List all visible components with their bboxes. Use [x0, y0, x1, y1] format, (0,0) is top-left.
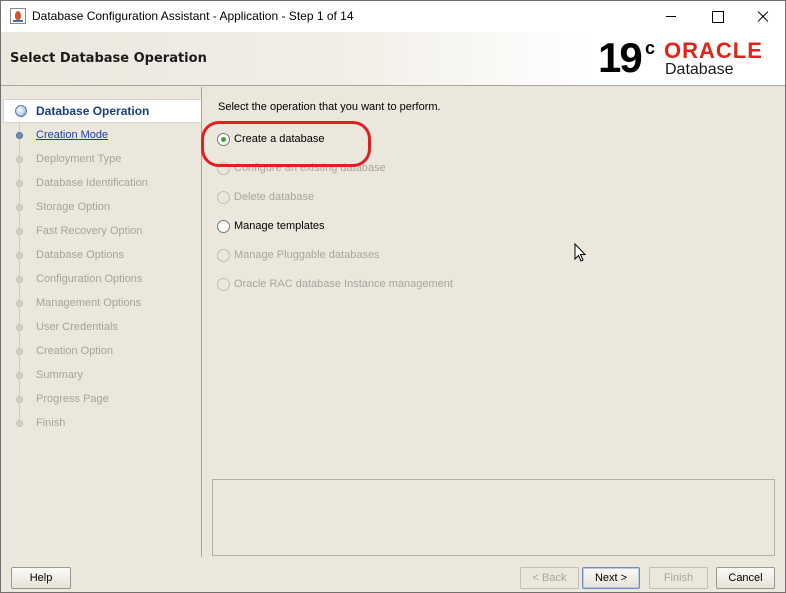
step-dot-icon — [16, 300, 23, 307]
step-dot-icon — [16, 156, 23, 163]
step-dot-icon — [16, 132, 23, 139]
oracle-product-name: Database — [665, 61, 734, 78]
step-management-options: Management Options — [1, 292, 201, 316]
option-label: Oracle RAC database Instance management — [234, 278, 453, 290]
step-dot-icon — [16, 372, 23, 379]
cancel-button[interactable]: Cancel — [716, 567, 775, 589]
step-dot-icon — [16, 276, 23, 283]
step-storage-option: Storage Option — [1, 196, 201, 220]
option-label: Manage Pluggable databases — [234, 249, 380, 261]
step-deployment-type: Deployment Type — [1, 148, 201, 172]
java-app-icon — [10, 8, 26, 24]
step-summary: Summary — [1, 364, 201, 388]
step-database-options: Database Options — [1, 244, 201, 268]
step-label: Storage Option — [36, 201, 110, 213]
step-creation-option: Creation Option — [1, 340, 201, 364]
step-dot-icon — [16, 396, 23, 403]
next-button[interactable]: Next > — [582, 567, 640, 589]
step-navigation: Database Operation Creation Mode Deploym… — [1, 87, 202, 557]
step-dot-icon — [16, 420, 23, 427]
step-configuration-options: Configuration Options — [1, 268, 201, 292]
option-manage-templates[interactable]: Manage templates — [217, 218, 517, 236]
page-title: Select Database Operation — [10, 51, 207, 66]
instruction-text: Select the operation that you want to pe… — [218, 101, 441, 113]
title-bar: Database Configuration Assistant - Appli… — [1, 1, 785, 32]
step-label: Summary — [36, 369, 84, 381]
window-title: Database Configuration Assistant - Appli… — [32, 9, 354, 23]
option-delete-database: Delete database — [217, 189, 517, 207]
step-label: Creation Mode — [36, 129, 109, 141]
message-area — [212, 479, 775, 556]
highlight-annotation — [201, 121, 371, 167]
step-label: Management Options — [36, 297, 142, 309]
maximize-icon[interactable] — [694, 1, 740, 32]
step-dot-icon — [16, 204, 23, 211]
step-label: Fast Recovery Option — [36, 225, 143, 237]
step-finish: Finish — [1, 412, 201, 436]
step-dot-icon — [16, 228, 23, 235]
step-label: Database Identification — [36, 177, 148, 189]
step-current-icon — [15, 105, 27, 117]
help-button[interactable]: Help — [11, 567, 71, 589]
step-user-credentials: User Credentials — [1, 316, 201, 340]
option-manage-pluggable: Manage Pluggable databases — [217, 247, 517, 265]
back-button: < Back — [520, 567, 579, 589]
step-database-operation[interactable]: Database Operation — [3, 99, 201, 123]
step-label: Deployment Type — [36, 153, 122, 165]
finish-button: Finish — [649, 567, 708, 589]
radio-icon — [217, 249, 230, 262]
option-label: Manage templates — [234, 220, 325, 232]
mouse-cursor-icon — [574, 243, 587, 262]
step-label: Configuration Options — [36, 273, 143, 285]
minimize-icon[interactable] — [648, 1, 694, 32]
step-creation-mode[interactable]: Creation Mode — [1, 124, 201, 148]
step-dot-icon — [16, 252, 23, 259]
step-label: Finish — [36, 417, 66, 429]
close-icon[interactable] — [740, 1, 786, 32]
oracle-brand-logo: ORACLE — [664, 38, 763, 63]
option-rac-instance-management: Oracle RAC database Instance management — [217, 276, 517, 294]
step-database-identification: Database Identification — [1, 172, 201, 196]
step-label: Database Operation — [36, 104, 150, 118]
oracle-version-suffix: c — [645, 38, 656, 58]
step-label: Creation Option — [36, 345, 114, 357]
step-dot-icon — [16, 180, 23, 187]
option-label: Delete database — [234, 191, 315, 203]
radio-icon[interactable] — [217, 220, 230, 233]
step-dot-icon — [16, 348, 23, 355]
radio-icon — [217, 278, 230, 291]
oracle-version-logo: 19 — [598, 34, 643, 81]
step-fast-recovery-option: Fast Recovery Option — [1, 220, 201, 244]
radio-icon — [217, 191, 230, 204]
step-label: User Credentials — [36, 321, 118, 333]
step-label: Progress Page — [36, 393, 109, 405]
dbca-window: Database Configuration Assistant - Appli… — [0, 0, 786, 593]
header-banner: Select Database Operation 19 c ORACLE Da… — [1, 32, 785, 86]
step-label: Database Options — [36, 249, 125, 261]
step-progress-page: Progress Page — [1, 388, 201, 412]
step-dot-icon — [16, 324, 23, 331]
